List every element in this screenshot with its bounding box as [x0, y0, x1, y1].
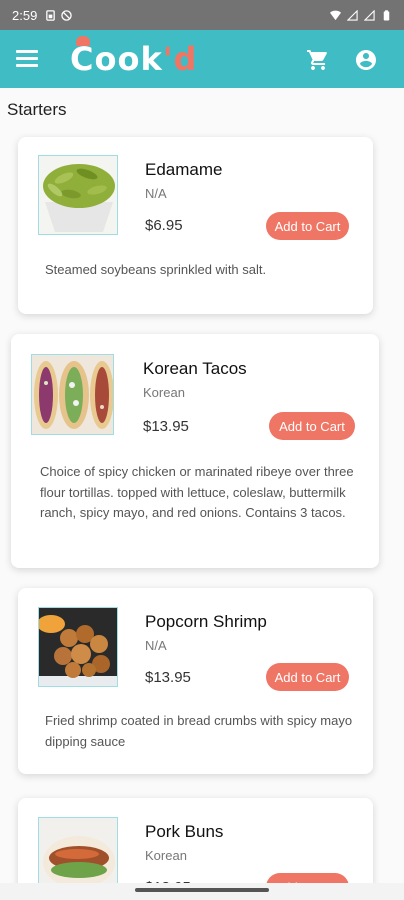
signal-icon [364, 9, 375, 21]
edamame-image [39, 156, 117, 234]
item-description: Choice of spicy chicken or marinated rib… [40, 464, 354, 520]
item-name: Korean Tacos [143, 359, 247, 378]
cart-icon[interactable] [306, 48, 330, 72]
status-time: 2:59 [12, 7, 38, 23]
menu-item-card[interactable]: Popcorn Shrimp N/A $13.95 Add to Cart Fr… [18, 588, 373, 774]
signal-icon [347, 9, 358, 21]
item-cuisine: Korean [145, 848, 187, 863]
item-image [31, 354, 114, 435]
logo-accent-text: 'd [162, 40, 198, 78]
item-name: Pork Buns [145, 822, 224, 841]
sim-icon [46, 9, 56, 21]
battery-icon [383, 9, 390, 21]
item-cuisine: N/A [145, 186, 167, 201]
item-image [38, 607, 118, 687]
item-cuisine: N/A [145, 638, 167, 653]
menu-item-card[interactable]: Edamame N/A $6.95 Add to Cart Steamed so… [18, 137, 373, 314]
item-price: $13.95 [145, 669, 191, 686]
item-name: Popcorn Shrimp [145, 612, 267, 631]
app-bar: Cook'd [0, 30, 404, 88]
no-disturb-icon [61, 9, 73, 21]
item-cuisine: Korean [143, 385, 185, 400]
tacos-image [32, 355, 113, 434]
home-gesture-handle[interactable] [135, 888, 269, 892]
add-to-cart-button[interactable]: Add to Cart [269, 412, 355, 440]
shrimp-image [39, 608, 117, 686]
menu-icon[interactable] [16, 50, 38, 68]
item-price: $6.95 [145, 217, 183, 234]
item-description: Fried shrimp coated in bread crumbs with… [45, 713, 353, 749]
item-image [38, 155, 118, 235]
wifi-icon [330, 10, 341, 20]
app-logo: Cook'd [70, 36, 198, 80]
add-to-cart-button[interactable]: Add to Cart [266, 663, 349, 691]
status-bar: 2:59 [0, 0, 404, 30]
chef-hat-icon [76, 36, 90, 46]
item-price: $13.95 [143, 418, 189, 435]
section-title: Starters [7, 100, 67, 119]
account-icon[interactable] [354, 48, 378, 72]
menu-item-card[interactable]: Korean Tacos Korean $13.95 Add to Cart C… [11, 334, 379, 568]
item-name: Edamame [145, 160, 223, 179]
add-to-cart-button[interactable]: Add to Cart [266, 212, 349, 240]
item-description: Steamed soybeans sprinkled with salt. [45, 262, 267, 277]
